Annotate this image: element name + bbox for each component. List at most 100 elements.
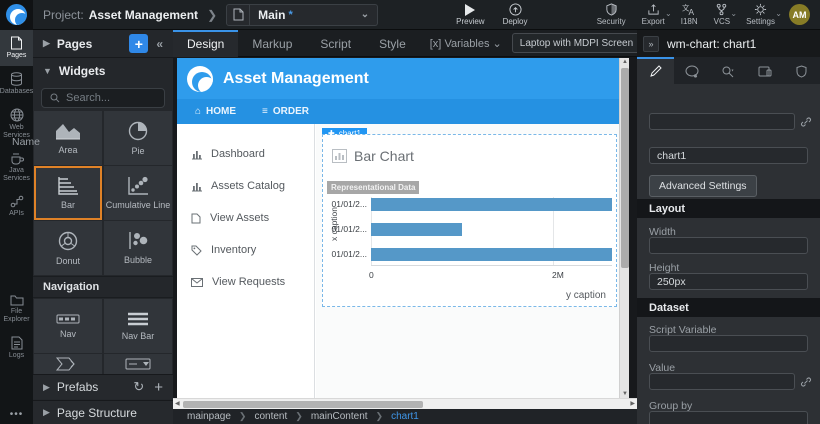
play-icon bbox=[465, 4, 475, 16]
category-label: 01/01/2... bbox=[327, 224, 367, 234]
widget-label: Nav Bar bbox=[122, 331, 155, 341]
tab-properties[interactable] bbox=[637, 57, 674, 84]
user-avatar[interactable]: AM bbox=[789, 4, 810, 25]
page-selector[interactable]: Main * ⌄ bbox=[250, 4, 378, 26]
page-file-icon[interactable] bbox=[226, 4, 250, 26]
page-structure-section[interactable]: ▶ Page Structure bbox=[33, 400, 173, 424]
prefabs-section[interactable]: ▶ Prefabs ↻ + bbox=[33, 374, 173, 399]
menu-item-dashboard[interactable]: Dashboard bbox=[191, 148, 265, 160]
bound-property-field[interactable] bbox=[649, 113, 795, 130]
menu-item-assets-catalog[interactable]: Assets Catalog bbox=[191, 180, 285, 192]
export-button[interactable]: ⌄ Export bbox=[642, 3, 665, 26]
value-input[interactable] bbox=[649, 373, 795, 390]
tab-styles[interactable] bbox=[674, 57, 711, 84]
widget-bar[interactable]: Bar bbox=[34, 166, 102, 220]
collapse-panel-icon[interactable]: « bbox=[156, 37, 163, 51]
deploy-button[interactable]: Deploy bbox=[503, 3, 528, 26]
i18n-button[interactable]: 文A I18N bbox=[681, 3, 698, 26]
rail-item-pages[interactable]: Pages bbox=[0, 30, 33, 66]
tab-security[interactable] bbox=[783, 57, 820, 84]
menu-item-inventory[interactable]: Inventory bbox=[191, 244, 256, 256]
nav-item-label: HOME bbox=[206, 106, 236, 117]
breadcrumb-item-maincontent[interactable]: mainContent bbox=[311, 411, 368, 422]
tab-device[interactable] bbox=[747, 57, 784, 84]
tab-events[interactable] bbox=[710, 57, 747, 84]
menu-item-view-assets[interactable]: View Assets bbox=[191, 212, 269, 224]
device-selector[interactable]: Laptop with MDPI Screen ▼ bbox=[512, 33, 655, 53]
scroll-up-arrow[interactable]: ▲ bbox=[620, 59, 629, 65]
rail-overflow-button[interactable]: ••• bbox=[0, 405, 33, 424]
variables-icon: [x] bbox=[430, 38, 442, 50]
widget-dropdown[interactable] bbox=[104, 354, 172, 374]
widget-breadcrumb[interactable] bbox=[34, 354, 102, 374]
page-icon bbox=[10, 36, 23, 50]
studio-logo[interactable] bbox=[0, 0, 33, 30]
tab-design[interactable]: Design bbox=[173, 30, 238, 57]
tab-script[interactable]: Script bbox=[306, 30, 365, 57]
chart-bar[interactable] bbox=[371, 198, 612, 211]
bind-link-icon[interactable] bbox=[800, 116, 812, 128]
triangle-down-icon: ▼ bbox=[43, 66, 52, 76]
refresh-icon[interactable]: ↻ bbox=[133, 379, 144, 395]
tab-markup[interactable]: Markup bbox=[238, 30, 306, 57]
canvas-vertical-scrollbar[interactable]: ▲ ▼ bbox=[619, 58, 629, 398]
breadcrumb-item-content[interactable]: content bbox=[254, 411, 287, 422]
name-input[interactable] bbox=[649, 147, 808, 164]
vcs-label: VCS bbox=[714, 17, 730, 26]
advanced-settings-button[interactable]: Advanced Settings bbox=[649, 175, 757, 197]
vcs-button[interactable]: ⌄ VCS bbox=[714, 3, 730, 26]
scrollbar-thumb[interactable] bbox=[183, 401, 423, 408]
rail-item-logs[interactable]: Logs bbox=[0, 330, 33, 366]
group-by-input[interactable] bbox=[649, 411, 808, 424]
scroll-down-arrow[interactable]: ▼ bbox=[620, 391, 629, 397]
widget-cumulative-line[interactable]: Cumulative Line bbox=[104, 166, 172, 220]
scroll-right-arrow[interactable]: ▶ bbox=[630, 400, 635, 407]
widget-pie[interactable]: Pie bbox=[104, 111, 172, 165]
widget-nav-bar[interactable]: Nav Bar bbox=[104, 299, 172, 353]
add-page-button[interactable]: + bbox=[129, 34, 148, 53]
widgets-panel-header[interactable]: ▼ Widgets bbox=[33, 58, 173, 84]
scroll-left-arrow[interactable]: ◀ bbox=[175, 400, 180, 407]
widget-donut[interactable]: Donut bbox=[34, 221, 102, 275]
widget-bubble[interactable]: Bubble bbox=[104, 221, 172, 275]
width-input[interactable] bbox=[649, 237, 808, 254]
chart-icon bbox=[191, 149, 202, 160]
security-button[interactable]: Security bbox=[597, 3, 626, 26]
height-input[interactable] bbox=[649, 273, 808, 290]
editor-tab-bar: Design Markup Script Style [x] Variables… bbox=[173, 30, 637, 57]
triangle-right-icon: ▶ bbox=[43, 407, 50, 418]
settings-button[interactable]: ⌄ Settings bbox=[746, 3, 775, 26]
tab-label: Style bbox=[379, 37, 406, 51]
breadcrumb-item-mainpage[interactable]: mainpage bbox=[187, 411, 231, 422]
left-rail: Pages Databases Web Services Java Servic… bbox=[0, 30, 33, 424]
widget-search-input[interactable]: Search... bbox=[41, 88, 165, 108]
chart-bar[interactable] bbox=[371, 223, 462, 236]
rail-item-apis[interactable]: APIs bbox=[0, 189, 33, 224]
nav-item-home[interactable]: ⌂ HOME bbox=[195, 106, 236, 117]
canvas-horizontal-scrollbar[interactable]: ◀ ▶ bbox=[173, 398, 637, 409]
scrollbar-thumb[interactable] bbox=[621, 68, 629, 268]
rail-item-file-explorer[interactable]: File Explorer bbox=[0, 288, 33, 330]
nav-item-order[interactable]: ≡ ORDER bbox=[262, 106, 309, 117]
script-variable-input[interactable] bbox=[649, 335, 808, 352]
rail-item-java-services[interactable]: Java Services bbox=[0, 146, 33, 189]
widget-label: Bar bbox=[61, 200, 75, 210]
widget-area[interactable]: Area bbox=[34, 111, 102, 165]
menu-item-view-requests[interactable]: View Requests bbox=[191, 276, 285, 288]
bind-link-icon[interactable] bbox=[800, 376, 812, 388]
navbar-icon bbox=[127, 312, 149, 326]
preview-button[interactable]: Preview bbox=[456, 4, 484, 26]
variables-button[interactable]: [x] Variables ⌄ bbox=[430, 37, 502, 50]
tab-style[interactable]: Style bbox=[365, 30, 420, 57]
expand-panel-icon[interactable]: » bbox=[643, 36, 659, 52]
add-prefab-icon[interactable]: + bbox=[154, 379, 163, 396]
widget-nav[interactable]: Nav bbox=[34, 299, 102, 353]
chevron-right-icon: ❯ bbox=[295, 411, 303, 422]
pages-panel-header[interactable]: ▶ Pages + « bbox=[33, 30, 173, 58]
rail-item-databases[interactable]: Databases bbox=[0, 66, 33, 102]
page-selector-value: Main bbox=[258, 8, 285, 22]
bar-chart-widget[interactable]: Bar Chart Representational Data x captio… bbox=[322, 134, 617, 307]
breadcrumb-item-chart1[interactable]: chart1 bbox=[391, 411, 419, 422]
chart-bar[interactable] bbox=[371, 248, 612, 261]
tab-label: Design bbox=[187, 37, 224, 51]
